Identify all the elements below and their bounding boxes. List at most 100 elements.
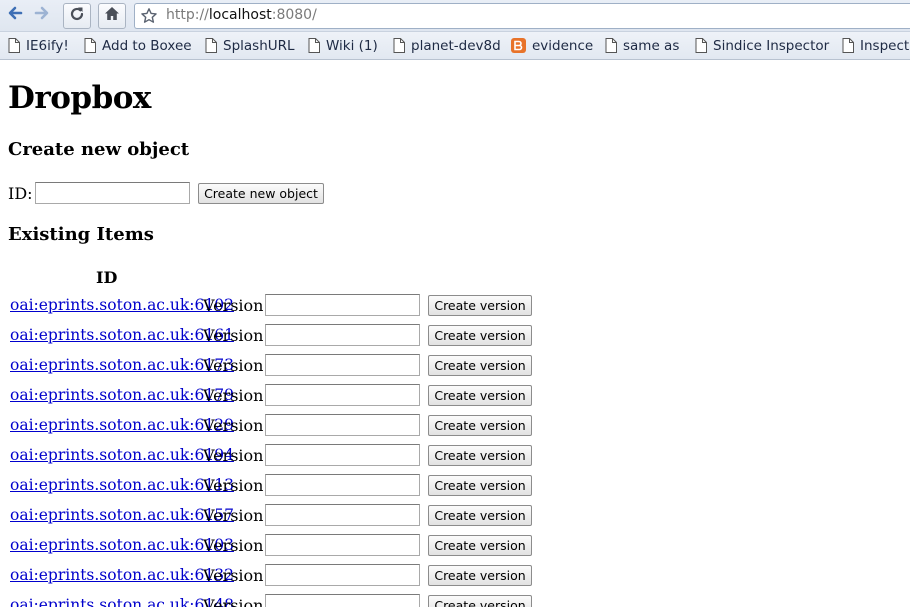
create-version-button[interactable]: Create version: [428, 535, 532, 556]
item-link[interactable]: oai:eprints.soton.ac.uk:6194: [10, 446, 234, 464]
version-input[interactable]: [265, 474, 420, 496]
table-row: oai:eprints.soton.ac.uk:6129 Version: Cr…: [0, 414, 910, 444]
table-row: oai:eprints.soton.ac.uk:6113 Version: Cr…: [0, 474, 910, 504]
blogger-icon: [511, 38, 526, 53]
bookmark-sindice-inspector[interactable]: Sindice Inspector: [695, 36, 829, 55]
arrow-right-icon: [33, 4, 51, 26]
id-label: ID:: [8, 184, 33, 203]
create-version-button[interactable]: Create version: [428, 445, 532, 466]
bookmark-label: same as: [623, 37, 680, 54]
page-icon: [8, 38, 20, 53]
version-input[interactable]: [265, 534, 420, 556]
version-input[interactable]: [265, 504, 420, 526]
page-icon: [205, 38, 217, 53]
bookmark-wiki[interactable]: Wiki (1): [308, 36, 378, 55]
version-label: Version:: [203, 566, 269, 585]
bookmark-evidence[interactable]: evidence: [511, 36, 593, 55]
version-label: Version:: [203, 386, 269, 405]
create-object-button[interactable]: Create new object: [198, 183, 324, 204]
version-input[interactable]: [265, 594, 420, 607]
table-row: oai:eprints.soton.ac.uk:6148 Version: Cr…: [0, 594, 910, 607]
url-host: localhost: [208, 7, 272, 23]
create-heading: Create new object: [8, 139, 190, 160]
bookmarks-bar: IE6ify! Add to Boxee SplashURL Wiki (1) …: [0, 32, 910, 60]
table-row: oai:eprints.soton.ac.uk:6103 Version: Cr…: [0, 534, 910, 564]
create-version-button[interactable]: Create version: [428, 385, 532, 406]
item-link[interactable]: oai:eprints.soton.ac.uk:6179: [10, 386, 234, 404]
table-header-id: ID: [96, 268, 118, 287]
create-version-button[interactable]: Create version: [428, 325, 532, 346]
bookmark-label: IE6ify!: [26, 37, 69, 54]
version-label: Version:: [203, 416, 269, 435]
create-version-button[interactable]: Create version: [428, 475, 532, 496]
bookmark-label: evidence: [532, 37, 594, 54]
table-row: oai:eprints.soton.ac.uk:6179 Version: Cr…: [0, 384, 910, 414]
arrow-left-icon: [6, 4, 24, 26]
reload-icon: [68, 5, 86, 27]
version-label: Version:: [203, 356, 269, 375]
back-button[interactable]: [4, 4, 26, 26]
create-version-button[interactable]: Create version: [428, 415, 532, 436]
table-row: oai:eprints.soton.ac.uk:6102 Version: Cr…: [0, 294, 910, 324]
page-icon: [393, 38, 405, 53]
version-label: Version:: [203, 536, 269, 555]
version-input[interactable]: [265, 294, 420, 316]
bookmark-label: Inspect: [860, 37, 910, 54]
table-row: oai:eprints.soton.ac.uk:6132 Version: Cr…: [0, 564, 910, 594]
url-text: http://localhost:8080/: [166, 7, 317, 23]
address-bar[interactable]: http://localhost:8080/: [134, 3, 910, 29]
version-input[interactable]: [265, 564, 420, 586]
bookmark-ie6ify[interactable]: IE6ify!: [8, 36, 69, 55]
version-input[interactable]: [265, 354, 420, 376]
version-label: Version:: [203, 476, 269, 495]
version-input[interactable]: [265, 444, 420, 466]
table-row: oai:eprints.soton.ac.uk:6194 Version: Cr…: [0, 444, 910, 474]
create-version-button[interactable]: Create version: [428, 505, 532, 526]
existing-heading: Existing Items: [8, 224, 154, 245]
item-link[interactable]: oai:eprints.soton.ac.uk:6157: [10, 506, 234, 524]
create-version-button[interactable]: Create version: [428, 595, 532, 607]
page-icon: [842, 38, 854, 53]
page-icon: [308, 38, 320, 53]
bookmark-label: Sindice Inspector: [713, 37, 830, 54]
version-label: Version:: [203, 596, 269, 607]
page-icon: [605, 38, 617, 53]
home-icon: [103, 5, 121, 27]
bookmark-splashurl[interactable]: SplashURL: [205, 36, 295, 55]
bookmark-inspect[interactable]: Inspect: [842, 36, 909, 55]
bookmark-planet-dev8d[interactable]: planet-dev8d: [393, 36, 501, 55]
item-link[interactable]: oai:eprints.soton.ac.uk:6113: [10, 476, 234, 494]
bookmark-label: planet-dev8d: [411, 37, 501, 54]
table-row: oai:eprints.soton.ac.uk:6161 Version: Cr…: [0, 324, 910, 354]
browser-toolbar: http://localhost:8080/: [0, 0, 910, 32]
version-label: Version:: [203, 506, 269, 525]
create-version-button[interactable]: Create version: [428, 295, 532, 316]
bookmark-add-to-boxee[interactable]: Add to Boxee: [84, 36, 192, 55]
version-input[interactable]: [265, 384, 420, 406]
reload-button[interactable]: [63, 3, 91, 29]
forward-button[interactable]: [31, 4, 53, 26]
item-link[interactable]: oai:eprints.soton.ac.uk:6148: [10, 596, 234, 607]
url-rest: :8080/: [271, 7, 317, 23]
version-input[interactable]: [265, 324, 420, 346]
star-icon[interactable]: [140, 7, 158, 29]
table-row: oai:eprints.soton.ac.uk:6173 Version: Cr…: [0, 354, 910, 384]
item-link[interactable]: oai:eprints.soton.ac.uk:6161: [10, 326, 234, 344]
page-title: Dropbox: [8, 80, 151, 116]
create-version-button[interactable]: Create version: [428, 355, 532, 376]
home-button[interactable]: [98, 3, 126, 29]
item-link[interactable]: oai:eprints.soton.ac.uk:6132: [10, 566, 234, 584]
item-link[interactable]: oai:eprints.soton.ac.uk:6102: [10, 296, 234, 314]
item-link[interactable]: oai:eprints.soton.ac.uk:6173: [10, 356, 234, 374]
create-version-button[interactable]: Create version: [428, 565, 532, 586]
version-input[interactable]: [265, 414, 420, 436]
table-row: oai:eprints.soton.ac.uk:6157 Version: Cr…: [0, 504, 910, 534]
url-scheme: http://: [166, 7, 209, 23]
bookmark-label: Wiki (1): [326, 37, 378, 54]
version-label: Version:: [203, 446, 269, 465]
item-link[interactable]: oai:eprints.soton.ac.uk:6129: [10, 416, 234, 434]
id-input[interactable]: [35, 182, 190, 204]
item-link[interactable]: oai:eprints.soton.ac.uk:6103: [10, 536, 234, 554]
page-icon: [695, 38, 707, 53]
bookmark-same-as[interactable]: same as: [605, 36, 679, 55]
